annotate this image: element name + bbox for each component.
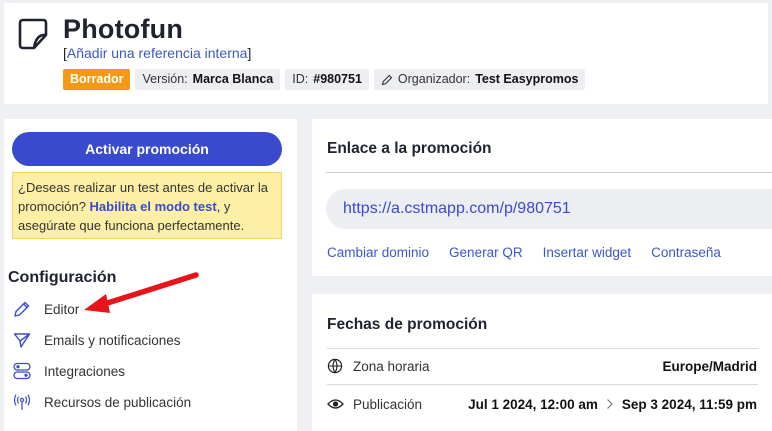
version-badge: Versión: Marca Blanca (135, 69, 281, 90)
sticker-logo-icon (18, 18, 48, 50)
menu-item-emails[interactable]: Emails y notificaciones (12, 329, 181, 351)
red-annotation-arrow (84, 272, 199, 313)
internal-reference: [Añadir una referencia interna] (63, 45, 252, 61)
test-mode-notice: ¿Deseas realizar un test antes de activa… (12, 172, 282, 239)
publication-row: Publicación Jul 1 2024, 12:00 am Sep 3 2… (327, 393, 757, 415)
organizer-badge[interactable]: Organizador: Test Easypromos (373, 69, 586, 90)
promotion-url[interactable]: https://a.cstmapp.com/p/980751 (326, 189, 772, 229)
dates-card-title: Fechas de promoción (327, 316, 488, 333)
status-badge: Borrador (63, 69, 131, 90)
pencil-icon (381, 74, 393, 85)
send-icon (12, 330, 32, 350)
promotion-header: Photofun [Añadir una referencia interna]… (4, 3, 768, 104)
toggles-icon (12, 361, 32, 381)
promotion-link-card: Enlace a la promoción https://a.cstmapp.… (312, 119, 772, 276)
activate-promotion-button[interactable]: Activar promoción (12, 132, 282, 166)
insert-widget-link[interactable]: Insertar widget (543, 245, 632, 260)
badge-row: Borrador Versión: Marca Blanca ID: #980751… (63, 69, 586, 90)
id-badge: ID: #980751 (285, 69, 369, 90)
promotion-dates-card: Fechas de promoción Zona horaria Europe/… (312, 294, 772, 431)
timezone-label: Zona horaria (353, 358, 430, 374)
menu-item-integrations[interactable]: Integraciones (12, 360, 125, 382)
link-card-title: Enlace a la promoción (327, 140, 492, 157)
enable-test-mode-link[interactable]: Habilita el modo test (90, 199, 217, 214)
globe-icon (327, 358, 345, 374)
left-panel: Activar promoción ¿Deseas realizar un te… (4, 119, 297, 431)
divider (326, 172, 772, 173)
eye-icon (327, 397, 345, 411)
divider (327, 384, 758, 385)
page-title: Photofun (63, 14, 184, 44)
menu-item-publishing-resources[interactable]: Recursos de publicación (12, 391, 191, 413)
timezone-value: Europe/Madrid (662, 358, 757, 374)
broadcast-icon (12, 392, 32, 412)
publication-label: Publicación (353, 396, 423, 412)
pencil-icon (12, 299, 32, 319)
link-actions: Cambiar dominio Generar QR Insertar widg… (327, 245, 721, 260)
publication-range: Jul 1 2024, 12:00 am Sep 3 2024, 11:59 p… (468, 397, 757, 412)
generate-qr-link[interactable]: Generar QR (449, 245, 523, 260)
password-link[interactable]: Contraseña (651, 245, 721, 260)
change-domain-link[interactable]: Cambiar dominio (327, 245, 429, 260)
timezone-row: Zona horaria Europe/Madrid (327, 355, 757, 377)
add-internal-reference-link[interactable]: Añadir una referencia interna (67, 45, 248, 61)
divider (327, 348, 758, 349)
menu-item-editor[interactable]: Editor (12, 298, 79, 320)
publication-start: Jul 1 2024, 12:00 am (468, 396, 598, 412)
publication-end: Sep 3 2024, 11:59 pm (621, 396, 757, 412)
chevron-right-icon (606, 399, 613, 409)
